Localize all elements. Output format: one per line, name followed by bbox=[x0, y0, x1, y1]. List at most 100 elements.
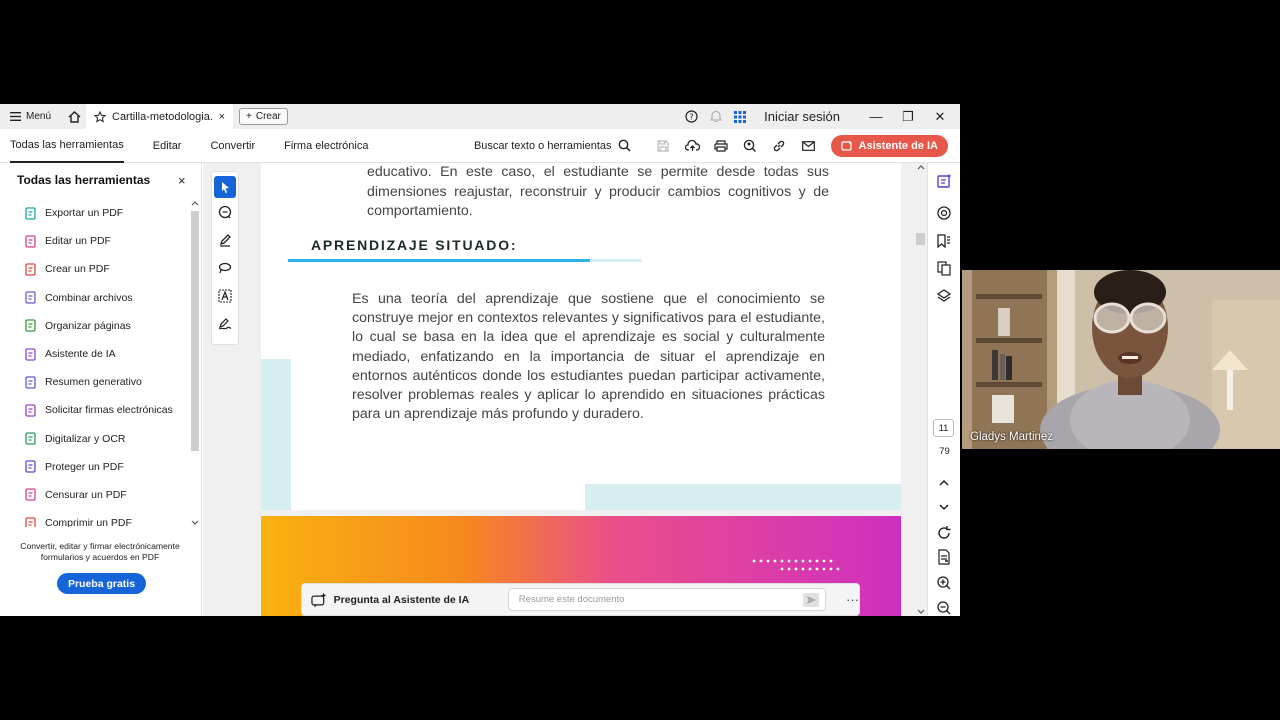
ai-chat-icon bbox=[311, 592, 327, 607]
scroll-up-icon[interactable] bbox=[190, 199, 200, 207]
sign-tool[interactable] bbox=[212, 310, 238, 338]
document-tab[interactable]: Cartilla-metodologia... × bbox=[86, 104, 233, 129]
save-button[interactable] bbox=[649, 140, 678, 152]
document-viewer[interactable]: educativo. En este caso, el estudiante s… bbox=[203, 163, 927, 616]
page-decoration-left bbox=[261, 359, 291, 510]
apps-grid-icon[interactable] bbox=[734, 110, 747, 123]
tool-icon bbox=[25, 460, 36, 473]
select-tool[interactable] bbox=[214, 176, 236, 198]
comment-tool[interactable] bbox=[212, 198, 238, 226]
free-trial-button[interactable]: Prueba gratis bbox=[57, 573, 146, 594]
send-button[interactable] bbox=[803, 592, 819, 607]
pages-thumbnails-icon[interactable] bbox=[936, 260, 952, 276]
tab-all-tools[interactable]: Todas las herramientas bbox=[10, 129, 124, 163]
tool-item-label: Resumen generativo bbox=[45, 376, 142, 389]
print-button[interactable] bbox=[707, 139, 736, 152]
tool-item-label: Editar un PDF bbox=[45, 235, 111, 248]
tool-item-label: Asistente de IA bbox=[45, 348, 116, 361]
tool-item[interactable]: Crear un PDF bbox=[0, 255, 188, 283]
current-page-input[interactable]: 11 bbox=[933, 419, 954, 437]
search-icon bbox=[618, 139, 631, 152]
send-icon bbox=[806, 595, 816, 604]
tab-esign[interactable]: Firma electrónica bbox=[284, 129, 368, 163]
hamburger-icon bbox=[10, 112, 21, 121]
close-panel-icon[interactable]: × bbox=[178, 173, 186, 188]
highlight-tool[interactable] bbox=[212, 226, 238, 254]
close-tab-icon[interactable]: × bbox=[219, 111, 225, 123]
ai-assistant-button[interactable]: Asistente de IA bbox=[830, 134, 948, 157]
read-mode-icon[interactable] bbox=[936, 549, 952, 565]
more-options-icon[interactable]: ··· bbox=[846, 592, 859, 607]
tool-item[interactable]: Comprimir un PDF bbox=[0, 509, 188, 527]
restore-icon[interactable]: ❐ bbox=[898, 109, 918, 125]
find-button[interactable] bbox=[736, 139, 765, 152]
tool-icon bbox=[25, 517, 36, 527]
ai-summary-icon[interactable] bbox=[936, 173, 952, 189]
draw-tool[interactable] bbox=[212, 254, 238, 282]
home-icon bbox=[68, 110, 80, 123]
document-scroll-thumb[interactable] bbox=[916, 233, 925, 245]
comments-panel-icon[interactable] bbox=[936, 205, 952, 221]
scroll-down-icon[interactable] bbox=[190, 519, 200, 527]
tool-item[interactable]: Digitalizar y OCR bbox=[0, 425, 188, 453]
tool-item[interactable]: Solicitar firmas electrónicas bbox=[0, 396, 188, 424]
zoom-in-icon[interactable] bbox=[936, 575, 952, 591]
text-tool[interactable] bbox=[212, 282, 238, 310]
tab-all-tools-label: Todas las herramientas bbox=[10, 138, 124, 151]
tool-item[interactable]: Exportar un PDF bbox=[0, 199, 188, 227]
bookmarks-icon[interactable] bbox=[936, 233, 952, 249]
ai-assistant-icon bbox=[840, 140, 852, 151]
previous-page-icon[interactable] bbox=[936, 477, 952, 489]
layers-icon[interactable] bbox=[936, 288, 952, 304]
tool-icon bbox=[25, 235, 36, 248]
participant-video: Gladys Martinez bbox=[962, 270, 1280, 449]
pen-icon bbox=[219, 234, 231, 247]
signin-button[interactable]: Iniciar sesión bbox=[764, 109, 840, 124]
tab-edit[interactable]: Editar bbox=[153, 129, 182, 163]
tool-item[interactable]: Combinar archivos bbox=[0, 284, 188, 312]
search-label: Buscar texto o herramientas bbox=[473, 139, 612, 152]
tools-scrollbar[interactable] bbox=[189, 199, 199, 527]
tool-icon bbox=[25, 347, 36, 361]
menu-label: Menú bbox=[26, 111, 52, 122]
annotation-toolbar bbox=[211, 171, 239, 345]
tool-item-label: Censurar un PDF bbox=[45, 488, 127, 501]
search-tools[interactable]: Buscar texto o herramientas bbox=[474, 139, 631, 152]
help-icon[interactable]: ? bbox=[685, 110, 698, 123]
tool-item[interactable]: Asistente de IA bbox=[0, 340, 188, 368]
ai-prompt-input[interactable]: Resume este documento bbox=[507, 588, 826, 611]
close-window-icon[interactable]: ✕ bbox=[930, 109, 950, 125]
email-button[interactable] bbox=[794, 140, 823, 151]
tools-scroll-thumb[interactable] bbox=[191, 211, 199, 451]
tab-edit-label: Editar bbox=[152, 139, 182, 152]
tool-item[interactable]: Resumen generativo bbox=[0, 368, 188, 396]
tab-convert[interactable]: Convertir bbox=[210, 129, 255, 163]
tool-item[interactable]: Proteger un PDF bbox=[0, 453, 188, 481]
tool-item[interactable]: Organizar páginas bbox=[0, 312, 188, 340]
tool-icon bbox=[25, 488, 36, 502]
minimize-icon[interactable]: — bbox=[866, 109, 886, 124]
link-button[interactable] bbox=[765, 139, 794, 153]
doc-scroll-up-icon[interactable] bbox=[916, 163, 926, 171]
tool-item-label: Crear un PDF bbox=[45, 263, 110, 276]
zoom-out-icon[interactable] bbox=[936, 600, 952, 616]
page-decoration-bottom bbox=[585, 484, 901, 510]
document-scrollbar[interactable] bbox=[915, 163, 927, 616]
tool-item[interactable]: Editar un PDF bbox=[0, 227, 188, 255]
upload-button[interactable] bbox=[678, 139, 707, 152]
doc-scroll-down-icon[interactable] bbox=[916, 608, 926, 616]
tool-item-label: Comprimir un PDF bbox=[45, 517, 132, 527]
tool-item-label: Digitalizar y OCR bbox=[45, 432, 126, 445]
plus-icon: + bbox=[246, 111, 252, 122]
bell-icon[interactable] bbox=[710, 110, 723, 123]
link-icon bbox=[773, 140, 785, 151]
rotate-icon[interactable] bbox=[936, 525, 952, 541]
menu-button[interactable]: Menú bbox=[0, 111, 62, 122]
tool-item[interactable]: Censurar un PDF bbox=[0, 481, 188, 509]
mail-icon bbox=[801, 140, 815, 151]
next-page-icon[interactable] bbox=[936, 501, 952, 513]
participant-name: Gladys Martinez bbox=[970, 431, 1054, 443]
create-button[interactable]: + Crear bbox=[239, 108, 288, 125]
tool-item-label: Combinar archivos bbox=[45, 291, 133, 304]
home-button[interactable] bbox=[62, 110, 86, 123]
